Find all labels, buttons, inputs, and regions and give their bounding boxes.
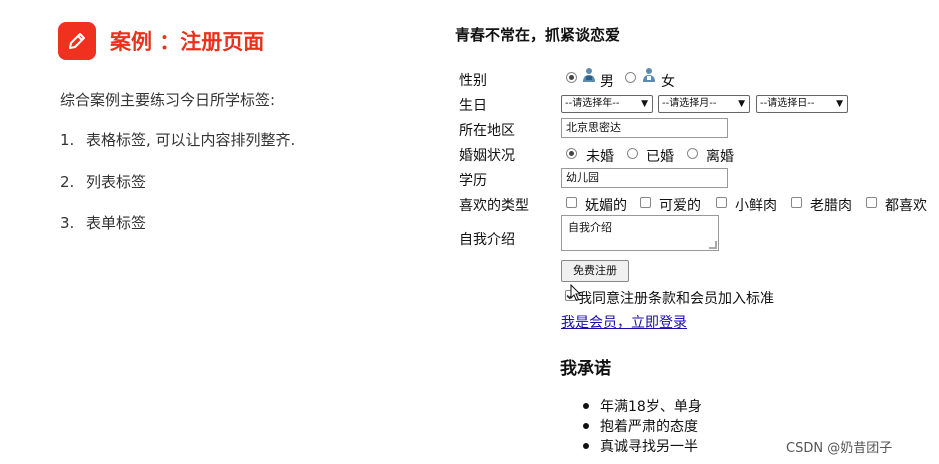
bullet-icon (583, 443, 589, 449)
lesson-intro: 综合案例主要练习今日所学标签: (60, 91, 276, 109)
marital-single-radio[interactable] (566, 148, 577, 159)
promise-list-item: 真诚寻找另一半 (600, 439, 698, 455)
register-button[interactable]: 免费注册 (561, 260, 629, 282)
watermark: CSDN @奶昔团子 (786, 441, 893, 456)
female-user-icon (641, 67, 657, 87)
intro-text: 自我介绍 (568, 221, 612, 234)
promise-list-item: 年满18岁、单身 (600, 399, 702, 415)
member-login-link[interactable]: 我是会员，立即登录 (561, 312, 687, 332)
marital-divorced-label: 离婚 (706, 149, 734, 165)
lesson-list-item: 1. 表格标签, 可以让内容排列整齐. (60, 129, 295, 150)
likes-checkbox[interactable] (716, 197, 727, 208)
intro-label: 自我介绍 (459, 232, 515, 248)
list-number: 1. (60, 131, 75, 149)
lesson-list-item: 3. 表单标签 (60, 212, 146, 233)
gender-female-radio[interactable] (625, 72, 636, 83)
marital-label: 婚姻状况 (459, 148, 515, 164)
lesson-list-item: 2. 列表标签 (60, 171, 146, 192)
birth-month-select[interactable]: --请选择月-- ▼ (658, 95, 750, 113)
likes-checkbox[interactable] (640, 197, 651, 208)
likes-option-label: 可爱的 (659, 198, 701, 214)
likes-checkbox[interactable] (566, 197, 577, 208)
list-text: 表单标签 (86, 214, 147, 232)
dropdown-arrow-icon: ▼ (641, 99, 648, 109)
gender-label: 性别 (459, 73, 487, 89)
likes-option-label: 老腊肉 (810, 198, 852, 214)
birthday-label: 生日 (459, 98, 487, 114)
likes-checkbox[interactable] (791, 197, 802, 208)
education-label: 学历 (459, 173, 487, 189)
promise-heading: 我承诺 (560, 359, 611, 379)
dropdown-arrow-icon: ▼ (738, 99, 745, 109)
select-value: --请选择年-- (565, 98, 620, 109)
likes-checkbox[interactable] (866, 197, 877, 208)
male-user-icon (581, 67, 597, 87)
intro-textarea[interactable]: 自我介绍 (561, 215, 719, 251)
pencil-icon (58, 22, 96, 60)
dropdown-arrow-icon: ▼ (836, 99, 843, 109)
region-input[interactable]: 北京思密达 (561, 118, 728, 138)
select-value: --请选择月-- (662, 98, 717, 109)
lesson-title: 案例 ：注册页面 (110, 30, 265, 54)
list-number: 2. (60, 173, 75, 191)
likes-option-label: 妩媚的 (585, 198, 627, 214)
gender-male-radio[interactable] (566, 72, 577, 83)
bullet-icon (583, 403, 589, 409)
region-label: 所在地区 (459, 123, 515, 139)
promise-list-item: 抱着严肃的态度 (600, 419, 698, 435)
marital-divorced-radio[interactable] (687, 148, 698, 159)
likes-option-label: 小鲜肉 (735, 198, 777, 214)
gender-female-label: 女 (661, 74, 675, 90)
list-text: 表格标签, 可以让内容排列整齐. (86, 131, 296, 149)
resize-grip-icon[interactable] (709, 241, 717, 249)
bullet-icon (583, 423, 589, 429)
list-number: 3. (60, 214, 75, 232)
likes-option-label: 都喜欢 (885, 198, 927, 214)
birth-day-select[interactable]: --请选择日-- ▼ (756, 95, 848, 113)
marital-married-radio[interactable] (627, 148, 638, 159)
agree-text: 我同意注册条款和会员加入标准 (578, 291, 774, 307)
likes-label: 喜欢的类型 (459, 198, 529, 214)
birth-year-select[interactable]: --请选择年-- ▼ (561, 95, 653, 113)
education-input[interactable]: 幼儿园 (561, 168, 728, 188)
list-text: 列表标签 (86, 173, 147, 191)
select-value: --请选择日-- (760, 98, 815, 109)
form-heading: 青春不常在，抓紧谈恋爱 (455, 26, 621, 44)
marital-married-label: 已婚 (646, 149, 674, 165)
gender-male-label: 男 (600, 74, 614, 90)
marital-single-label: 未婚 (586, 149, 614, 165)
